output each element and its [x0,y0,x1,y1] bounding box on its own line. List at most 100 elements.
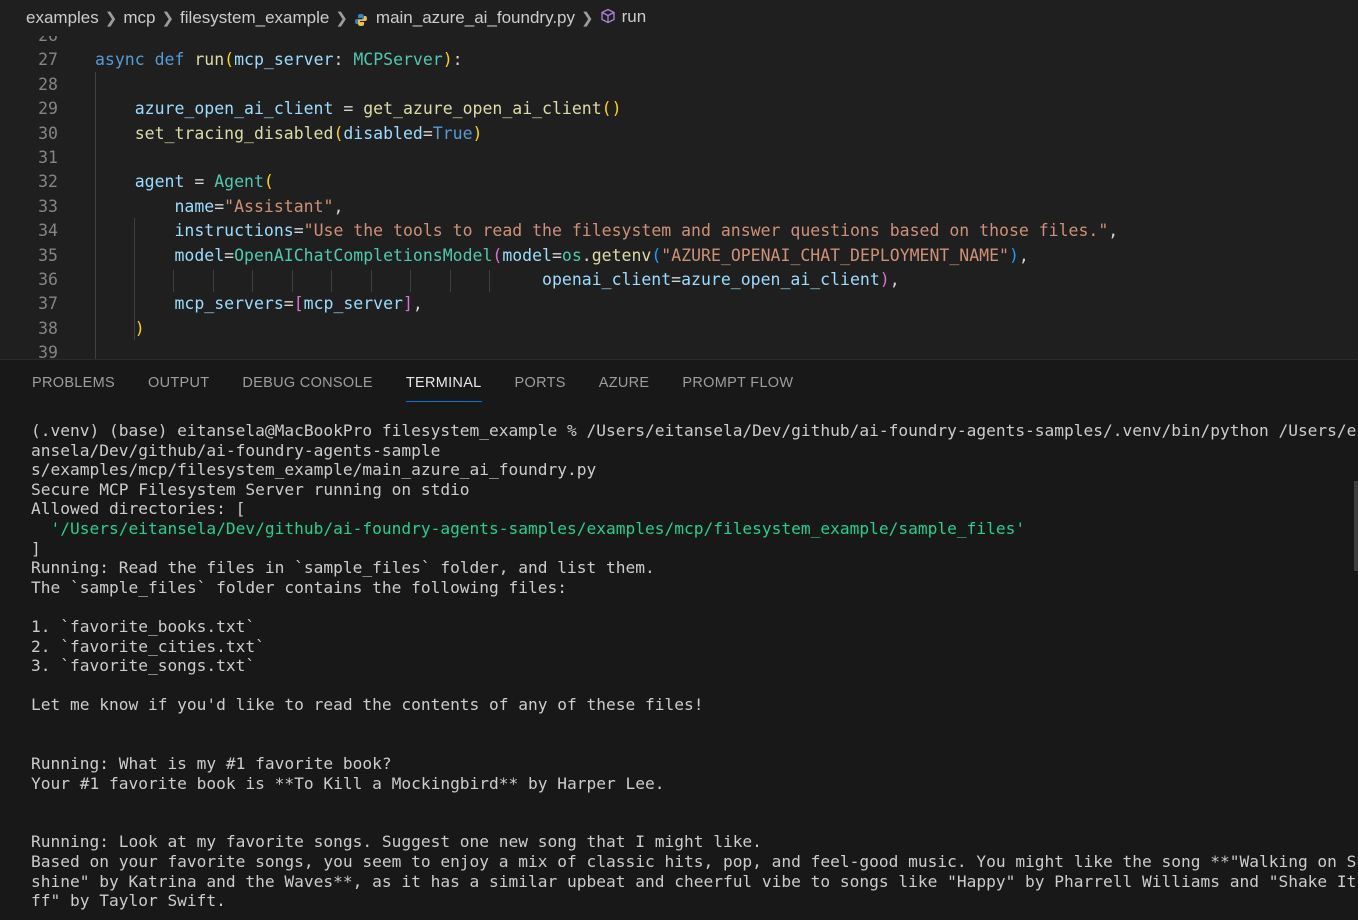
tab-prompt-flow[interactable]: PROMPT FLOW [682,360,793,404]
tab-output[interactable]: OUTPUT [148,360,209,404]
line-number: 27 [0,48,58,72]
terminal-line: Based on your favorite songs, you seem t… [31,852,1341,872]
python-icon [354,12,368,26]
indent-guide [410,270,411,292]
code-token [95,270,542,289]
code-token: ( [264,172,274,191]
terminal-line: s/examples/mcp/filesystem_example/main_a… [31,460,1341,480]
code-token: ) [1009,246,1019,265]
code-token: model [174,246,224,265]
tab-ports[interactable]: PORTS [515,360,566,404]
indent-guide [213,270,214,292]
code-token: "Assistant" [224,197,333,216]
code-text: agent = Agent( [95,170,274,194]
terminal-line [31,813,1341,833]
code-token: async [95,50,145,69]
code-token: ) [880,270,890,289]
code-token: = [184,172,214,191]
terminal-line [31,793,1341,813]
code-token [95,124,135,143]
breadcrumb-item-mcp[interactable]: mcp [123,8,155,28]
terminal-line [31,735,1341,755]
line-number: 26 [0,36,58,48]
chevron-right-icon: ❯ [335,9,348,27]
code-token: ) [443,50,453,69]
code-token: , [890,270,900,289]
code-token [95,294,174,313]
tab-terminal[interactable]: TERMINAL [406,360,482,404]
code-token: = [333,99,363,118]
code-token: : [333,50,353,69]
code-token: ) [473,124,483,143]
code-token: ( [333,124,343,143]
terminal-line: ff" by Taylor Swift. [31,891,1341,911]
code-token: getenv [592,246,652,265]
code-token: os [562,246,582,265]
code-token: "AZURE_OPENAI_CHAT_DEPLOYMENT_NAME" [661,246,1009,265]
indent-guide [252,270,253,292]
code-editor[interactable]: 2627 async def run(mcp_server: MCPServer)… [0,36,1358,359]
terminal-output[interactable]: (.venv) (base) eitansela@MacBookPro file… [31,421,1341,911]
code-token [95,197,174,216]
breadcrumb-file-label: main_azure_ai_foundry.py [376,8,575,27]
indent-guide [331,270,332,292]
terminal-line: shine" by Katrina and the Waves**, as it… [31,872,1341,892]
tab-azure[interactable]: AZURE [599,360,650,404]
code-token: azure_open_ai_client [681,270,880,289]
code-token [184,50,194,69]
code-token: = [671,270,681,289]
code-token: ( [224,50,234,69]
terminal-scrollbar[interactable] [1350,421,1358,861]
panel-tabs: PROBLEMS OUTPUT DEBUG CONSOLE TERMINAL PORTS… [0,360,826,404]
code-text: mcp_servers=[mcp_server], [95,292,423,316]
code-token: "Use the tools to read the filesystem an… [304,221,1109,240]
code-text: name="Assistant", [95,195,343,219]
code-token: = [423,124,433,143]
tab-problems[interactable]: PROBLEMS [32,360,115,404]
indent-guide [489,270,490,292]
code-token: disabled [343,124,422,143]
line-number: 31 [0,146,58,170]
line-number: 36 [0,268,58,292]
code-token [95,221,174,240]
line-number: 37 [0,292,58,316]
code-token [145,50,155,69]
breadcrumb-item-file[interactable]: main_azure_ai_foundry.py [354,8,575,28]
breadcrumb-item-symbol[interactable]: run [600,7,647,28]
terminal-line: 3. `favorite_songs.txt` [31,656,1341,676]
code-text: async def run(mcp_server: MCPServer): [95,48,463,72]
code-token: = [284,294,294,313]
code-text: azure_open_ai_client = get_azure_open_ai… [95,97,622,121]
breadcrumb-symbol-label: run [622,7,647,26]
breadcrumb-item-folder[interactable]: filesystem_example [180,8,329,28]
line-number: 38 [0,317,58,341]
code-token: : [453,50,463,69]
terminal-line: ansela/Dev/github/ai-foundry-agents-samp… [31,441,1341,461]
code-text: model=OpenAIChatCompletionsModel(model=o… [95,244,1029,268]
terminal-line: The `sample_files` folder contains the f… [31,578,1341,598]
breadcrumb-item-examples[interactable]: examples [26,8,99,28]
method-cube-icon [600,8,616,29]
line-number: 35 [0,244,58,268]
tab-debug-console[interactable]: DEBUG CONSOLE [242,360,372,404]
code-token: MCPServer [353,50,442,69]
code-token: mcp_servers [174,294,283,313]
terminal-line: Let me know if you'd like to read the co… [31,695,1341,715]
code-text: instructions="Use the tools to read the … [95,219,1118,243]
code-token: run [194,50,224,69]
terminal-line [31,715,1341,735]
terminal-line: Running: Read the files in `sample_files… [31,558,1341,578]
line-number: 33 [0,195,58,219]
code-token: , [333,197,343,216]
indent-guide [371,270,372,292]
code-token: model [502,246,552,265]
code-token: instructions [174,221,293,240]
terminal-line: Secure MCP Filesystem Server running on … [31,480,1341,500]
chevron-right-icon: ❯ [161,9,174,27]
indent-guide [450,270,451,292]
scrollbar-thumb[interactable] [1354,481,1358,571]
line-number: 28 [0,73,58,97]
code-token: . [582,246,592,265]
indent-guide [173,270,174,292]
chevron-right-icon: ❯ [581,9,594,27]
